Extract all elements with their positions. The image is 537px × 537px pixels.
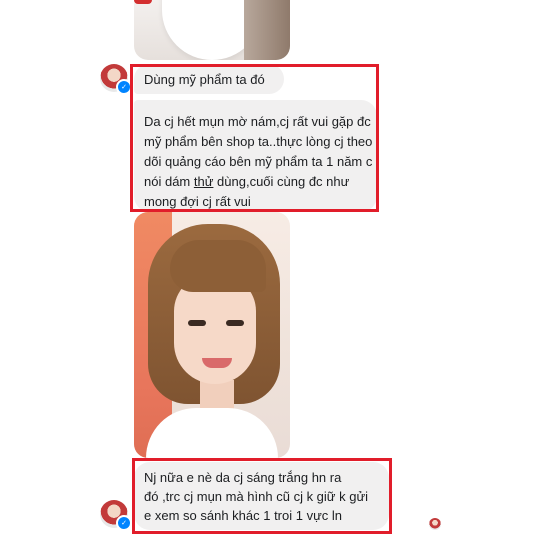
shared-photo[interactable] bbox=[134, 212, 290, 458]
messenger-badge-icon: ✓ bbox=[116, 79, 132, 95]
message-line: nói dám thử dùng,cuối cùng đc như bbox=[144, 172, 367, 192]
sender-avatar[interactable]: ✓ bbox=[100, 500, 132, 531]
photo-detail bbox=[188, 320, 206, 326]
message-bubble[interactable]: Dùng mỹ phẩm ta đó bbox=[134, 64, 284, 94]
photo-accent bbox=[134, 0, 152, 4]
message-bubble[interactable]: Da cj hết mụn mờ nám,cj rất vui gặp đc m… bbox=[134, 100, 377, 212]
message-line: Da cj hết mụn mờ nám,cj rất vui gặp đc bbox=[144, 114, 371, 129]
sender-avatar[interactable]: ✓ bbox=[100, 64, 132, 95]
shared-photo-top[interactable] bbox=[134, 0, 290, 60]
message-line: mong đợi cj rất vui bbox=[144, 194, 251, 209]
message-text: Dùng mỹ phẩm ta đó bbox=[144, 72, 265, 87]
message-text: nói dám bbox=[144, 174, 194, 189]
message-line: Nj nữa e nè da cj sáng trắng hn ra bbox=[144, 470, 342, 485]
underlined-word: thử bbox=[193, 174, 214, 189]
message-line: e xem so sánh khác 1 troi 1 vực ln bbox=[144, 508, 343, 523]
photo-detail bbox=[170, 240, 266, 292]
message-line: dõi quảng cáo bên mỹ phẩm ta 1 năm c bbox=[144, 154, 373, 169]
message-text: dùng,cuối cùng đc như bbox=[213, 174, 350, 189]
messenger-badge-icon: ✓ bbox=[116, 515, 132, 531]
photo-detail bbox=[244, 0, 290, 60]
photo-detail bbox=[226, 320, 244, 326]
message-line: đó ,trc cj mụn mà hình cũ cj k giữ k gửi bbox=[144, 489, 369, 504]
message-bubble[interactable]: Nj nữa e nè da cj sáng trắng hn ra đó ,t… bbox=[134, 462, 389, 530]
message-line: mỹ phẩm bên shop ta..thực lòng cj theo bbox=[144, 134, 373, 149]
seen-avatar bbox=[429, 518, 441, 530]
